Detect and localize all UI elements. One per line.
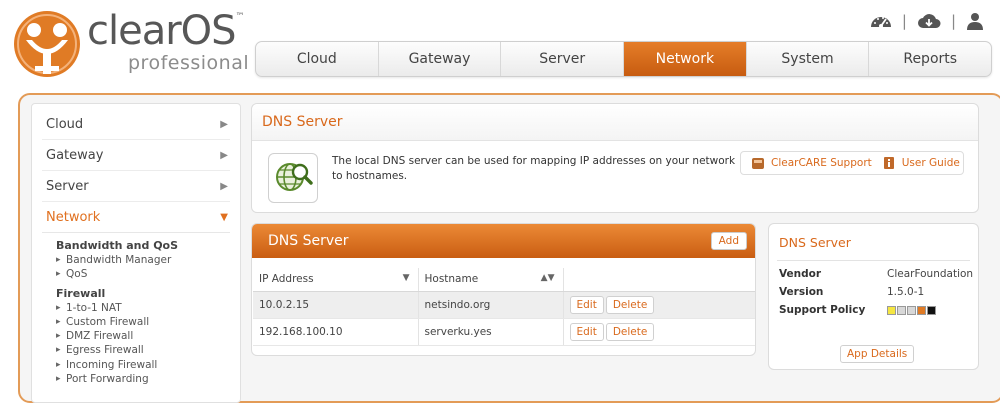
- support-label: ClearCARE Support: [771, 157, 872, 169]
- sort-both-icon: ▲▼: [540, 273, 555, 283]
- policy-swatch: [927, 306, 936, 315]
- cell-actions: Edit Delete: [563, 291, 755, 319]
- dns-entries-panel: DNS Server Add IP Address ▼ Hostname ▲▼ 10…: [251, 223, 756, 356]
- version-label: Version: [779, 286, 824, 298]
- app-summary-panel: DNS Server The local DNS server can be u…: [251, 103, 979, 213]
- user-guide-icon: [883, 157, 894, 169]
- tab-network[interactable]: Network: [624, 42, 747, 76]
- app-info-panel: DNS Server Vendor ClearFoundation Versio…: [768, 223, 979, 370]
- arrow-right-icon: ▶: [220, 118, 228, 130]
- arrow-right-icon: ▶: [220, 149, 228, 161]
- brand-logo[interactable]: clearOS™ professional: [12, 6, 252, 86]
- info-title: DNS Server: [779, 235, 851, 250]
- edit-button[interactable]: Edit: [569, 322, 604, 341]
- table-header-row: IP Address ▼ Hostname ▲▼: [253, 268, 755, 292]
- app-description: The local DNS server can be used for map…: [332, 155, 736, 182]
- clearcare-support-link[interactable]: ClearCARE Support: [741, 156, 872, 170]
- policy-swatch: [917, 306, 926, 315]
- toolbar-separator: |: [950, 12, 956, 30]
- app-details-button[interactable]: App Details: [840, 345, 915, 363]
- help-links: ClearCARE Support User Guide: [740, 151, 964, 175]
- vendor-value: ClearFoundation: [887, 268, 974, 280]
- column-header-hostname[interactable]: Hostname ▲▼: [418, 268, 564, 292]
- download-icon[interactable]: [917, 12, 941, 30]
- policy-swatch: [907, 306, 916, 315]
- sidebar-link-custom-firewall[interactable]: Custom Firewall: [56, 315, 240, 330]
- cell-ip: 10.0.2.15: [253, 291, 419, 319]
- sidebar-item-label: Network: [46, 209, 101, 225]
- user-icon[interactable]: [966, 12, 984, 30]
- sidebar-link-1to1-nat[interactable]: 1-to-1 NAT: [56, 301, 240, 316]
- sidebar-link-egress-firewall[interactable]: Egress Firewall: [56, 343, 240, 358]
- sidebar-item-gateway[interactable]: Gateway ▶: [42, 140, 230, 171]
- sidebar-item-label: Gateway: [46, 147, 104, 163]
- app-title: DNS Server: [252, 104, 978, 141]
- dns-table-title: DNS Server: [268, 233, 349, 249]
- toolbar-separator: |: [901, 12, 907, 30]
- dashboard-icon[interactable]: [870, 12, 892, 30]
- sidebar-item-network[interactable]: Network ▼: [42, 202, 230, 233]
- sidebar-link-dmz-firewall[interactable]: DMZ Firewall: [56, 329, 240, 344]
- user-guide-link[interactable]: User Guide: [872, 156, 960, 170]
- sidebar-link-bandwidth-manager[interactable]: Bandwidth Manager: [56, 253, 240, 268]
- tab-system[interactable]: System: [747, 42, 870, 76]
- user-guide-label: User Guide: [901, 157, 960, 169]
- subgroup-heading: Bandwidth and QoS: [56, 239, 179, 252]
- dns-table-header: DNS Server Add: [252, 224, 755, 258]
- cell-hostname: netsindo.org: [418, 291, 564, 319]
- dns-globe-search-icon: [276, 163, 313, 191]
- cell-hostname: serverku.yes: [418, 318, 564, 346]
- column-header-actions: [563, 268, 755, 292]
- sidebar: Cloud ▶ Gateway ▶ Server ▶ Network ▼ Ban…: [31, 103, 241, 403]
- subgroup-heading: Firewall: [56, 286, 106, 300]
- policy-swatch: [897, 306, 906, 315]
- divider: [777, 260, 970, 261]
- support-policy-indicator: [887, 306, 936, 315]
- cell-ip: 192.168.100.10: [253, 318, 419, 346]
- tab-gateway[interactable]: Gateway: [379, 42, 502, 76]
- support-policy-label: Support Policy: [779, 304, 866, 316]
- sidebar-link-qos[interactable]: QoS: [56, 267, 240, 282]
- add-button[interactable]: Add: [710, 232, 747, 250]
- sidebar-link-incoming-firewall[interactable]: Incoming Firewall: [56, 358, 240, 373]
- table-row: 10.0.2.15 netsindo.org Edit Delete: [253, 291, 755, 319]
- brand-edition: professional: [128, 52, 250, 74]
- sidebar-item-label: Cloud: [46, 116, 84, 132]
- sidebar-subgroup-bandwidth: Bandwidth and QoS Bandwidth Manager QoS …: [56, 239, 240, 387]
- support-icon: [752, 158, 764, 169]
- sidebar-item-cloud[interactable]: Cloud ▶: [42, 109, 230, 140]
- delete-button[interactable]: Delete: [605, 322, 655, 341]
- column-header-ip[interactable]: IP Address ▼: [253, 268, 419, 292]
- brand-name: clearOS™: [87, 8, 245, 54]
- top-toolbar: | |: [870, 12, 984, 30]
- cell-actions: Edit Delete: [563, 318, 755, 346]
- edit-button[interactable]: Edit: [569, 295, 604, 314]
- arrow-right-icon: ▶: [220, 180, 228, 192]
- arrow-down-icon: ▼: [220, 211, 228, 223]
- delete-button[interactable]: Delete: [605, 295, 655, 314]
- dns-table: IP Address ▼ Hostname ▲▼ 10.0.2.15 netsind…: [253, 268, 755, 346]
- table-row: 192.168.100.10 serverku.yes Edit Delete: [253, 318, 755, 346]
- sort-desc-icon: ▼: [402, 273, 410, 283]
- sidebar-link-port-forwarding[interactable]: Port Forwarding: [56, 372, 240, 387]
- trademark: ™: [235, 12, 245, 22]
- app-icon-frame: [268, 153, 318, 203]
- sidebar-item-label: Server: [46, 178, 89, 194]
- sidebar-item-server[interactable]: Server ▶: [42, 171, 230, 202]
- tab-cloud[interactable]: Cloud: [256, 42, 379, 76]
- version-value: 1.5.0-1: [887, 286, 925, 298]
- clearos-logo-mark-icon: [14, 11, 80, 77]
- tab-reports[interactable]: Reports: [869, 42, 991, 76]
- tab-server[interactable]: Server: [501, 42, 625, 76]
- main-nav: Cloud Gateway Server Network System Repo…: [255, 41, 992, 77]
- policy-swatch: [887, 306, 896, 315]
- vendor-label: Vendor: [779, 268, 822, 280]
